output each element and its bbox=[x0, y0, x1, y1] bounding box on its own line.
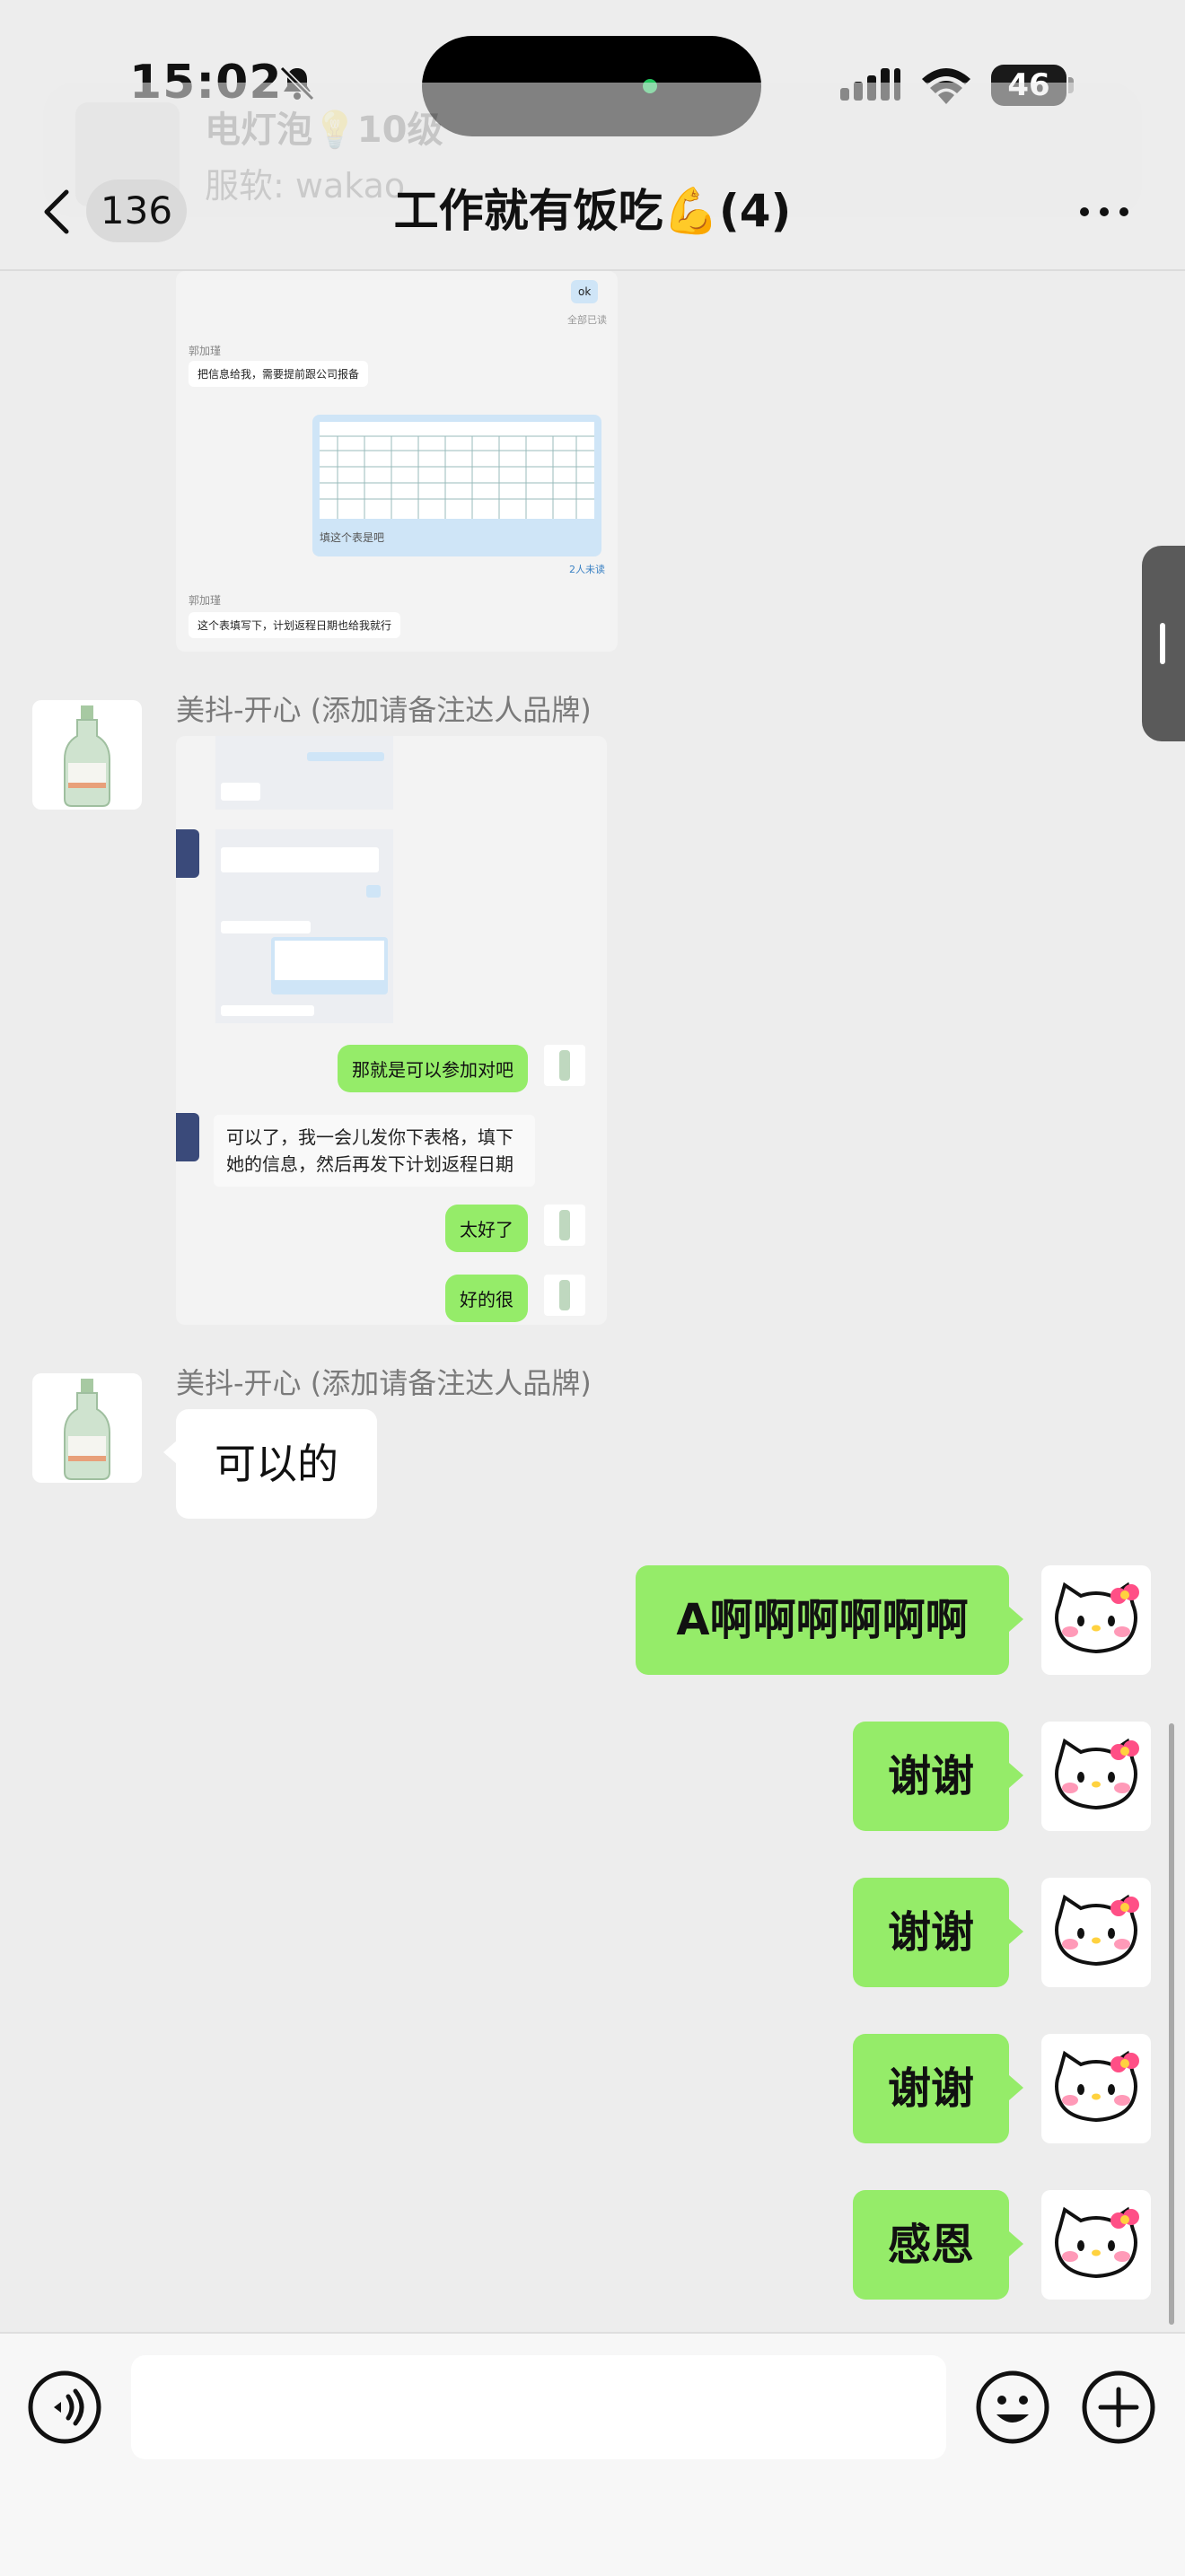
kitty-avatar-image bbox=[1055, 2050, 1139, 2123]
emoji-icon[interactable] bbox=[975, 2370, 1050, 2445]
mini-white-bubble-1: 可以了，我一会儿发你下表格，填下她的信息，然后再发下计划返程日期 bbox=[214, 1115, 535, 1187]
mini-avatar-bottle-2 bbox=[544, 1205, 585, 1246]
message-bubble-outgoing[interactable]: 谢谢 bbox=[853, 2034, 1009, 2143]
mini-avatar-dark bbox=[176, 829, 199, 878]
image-message-1[interactable]: ok 全部已读 郭加瑾 把信息给我，需要提前跟公司报备 填这个表是吧 2人未读 … bbox=[176, 271, 618, 652]
mini-read-status: 全部已读 bbox=[567, 314, 607, 326]
mini-text-2: 这个表填写下，计划返程日期也给我就行 bbox=[189, 612, 401, 638]
mini-green-bubble-2: 太好了 bbox=[445, 1205, 528, 1252]
back-chevron-icon bbox=[44, 189, 69, 234]
sender-name: 美抖-开心 (添加请备注达人品牌) bbox=[176, 1366, 592, 1400]
table-thumbnail bbox=[320, 422, 594, 519]
bottle-avatar-image bbox=[64, 1379, 110, 1480]
mini-avatar-bottle-1 bbox=[544, 1045, 585, 1086]
mini-avatar-bottle-3 bbox=[544, 1275, 585, 1316]
mini-avatar-dark-2 bbox=[176, 1113, 199, 1161]
bubble-tail bbox=[1009, 1607, 1023, 1632]
mini-green-bubble-1: 那就是可以参加对吧 bbox=[338, 1045, 528, 1092]
floating-side-tab[interactable] bbox=[1142, 546, 1185, 741]
avatar-meidou-1[interactable] bbox=[32, 700, 142, 810]
sender-name: 美抖-开心 (添加请备注达人品牌) bbox=[176, 693, 592, 727]
plus-icon[interactable] bbox=[1081, 2370, 1156, 2445]
mini-screenshot-body bbox=[215, 829, 393, 1023]
kitty-avatar-image bbox=[1055, 1738, 1139, 1810]
message-input[interactable] bbox=[131, 2355, 946, 2459]
more-icon[interactable] bbox=[1077, 203, 1131, 221]
mini-table-caption: 填这个表是吧 bbox=[320, 531, 385, 544]
mini-sender: 郭加瑾 bbox=[189, 345, 222, 357]
message-bubble-incoming[interactable]: 可以的 bbox=[176, 1409, 377, 1519]
kitty-avatar-image bbox=[1055, 2206, 1139, 2279]
mini-ok-bubble: ok bbox=[571, 280, 599, 303]
mini-table-card: 填这个表是吧 bbox=[312, 415, 601, 556]
voice-icon[interactable] bbox=[27, 2370, 102, 2445]
bottle-avatar-image bbox=[64, 705, 110, 807]
image-message-2[interactable]: 那就是可以参加对吧 可以了，我一会儿发你下表格，填下她的信息，然后再发下计划返程… bbox=[176, 736, 607, 1325]
my-avatar[interactable] bbox=[1041, 1722, 1151, 1831]
unread-count-badge: 136 bbox=[86, 180, 187, 242]
bubble-tail bbox=[1009, 2231, 1023, 2256]
my-avatar[interactable] bbox=[1041, 2034, 1151, 2143]
mini-unread-status: 2人未读 bbox=[569, 564, 605, 575]
notification-title: 电灯泡💡10级 bbox=[205, 110, 443, 151]
message-bubble-outgoing[interactable]: 谢谢 bbox=[853, 1878, 1009, 1987]
avatar-meidou-2[interactable] bbox=[32, 1373, 142, 1483]
scrollbar[interactable] bbox=[1169, 1723, 1174, 2325]
my-avatar[interactable] bbox=[1041, 1878, 1151, 1987]
mini-screenshot-strip bbox=[215, 736, 393, 810]
kitty-avatar-image bbox=[1055, 1582, 1139, 1654]
bubble-tail bbox=[1009, 1919, 1023, 1944]
my-avatar[interactable] bbox=[1041, 2190, 1151, 2300]
message-bubble-outgoing[interactable]: 感恩 bbox=[853, 2190, 1009, 2300]
mini-green-bubble-3: 好的很 bbox=[445, 1275, 528, 1322]
chat-title: 工作就有饭吃💪(4) bbox=[393, 185, 792, 237]
my-avatar[interactable] bbox=[1041, 1565, 1151, 1675]
bubble-tail bbox=[1009, 2075, 1023, 2100]
bubble-tail bbox=[1009, 1763, 1023, 1788]
mini-text-1: 把信息给我，需要提前跟公司报备 bbox=[189, 361, 369, 387]
mini-sender-2: 郭加瑾 bbox=[189, 594, 222, 607]
kitty-avatar-image bbox=[1055, 1894, 1139, 1967]
message-bubble-outgoing[interactable]: 谢谢 bbox=[853, 1722, 1009, 1831]
message-bubble-outgoing[interactable]: A啊啊啊啊啊啊 bbox=[636, 1565, 1009, 1675]
